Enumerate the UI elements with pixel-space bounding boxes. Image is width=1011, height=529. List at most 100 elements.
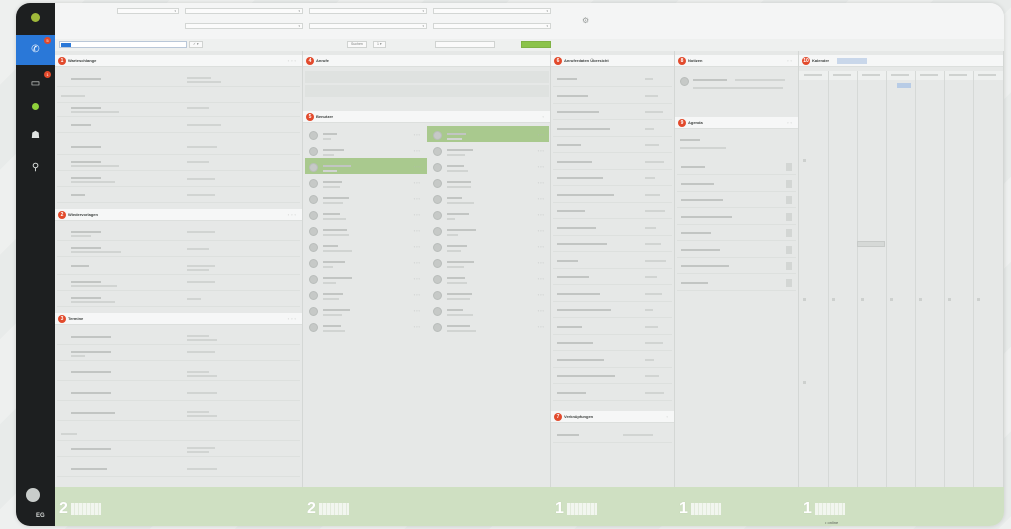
- overview-row[interactable]: [553, 304, 672, 318]
- filter-select-5[interactable]: [185, 23, 303, 29]
- user-actions[interactable]: ▫▫▫: [414, 292, 421, 297]
- overview-row[interactable]: [553, 156, 672, 170]
- agenda-row[interactable]: [677, 277, 796, 291]
- user-actions[interactable]: ▫▫▫: [414, 196, 421, 201]
- overview-row[interactable]: [553, 106, 672, 120]
- list-item[interactable]: [57, 141, 300, 155]
- rail-item-pin[interactable]: ⚲: [16, 153, 55, 183]
- user-row[interactable]: ▫▫▫: [431, 193, 549, 207]
- list-item[interactable]: [57, 387, 300, 401]
- overview-row[interactable]: [553, 337, 672, 351]
- overview-row[interactable]: [553, 238, 672, 252]
- agenda-row[interactable]: [677, 260, 796, 274]
- user-actions[interactable]: ▫▫▫: [538, 180, 545, 185]
- overview-row[interactable]: [553, 321, 672, 335]
- overview-row[interactable]: [553, 205, 672, 219]
- user-actions[interactable]: ▫▫▫: [538, 324, 545, 329]
- user-row[interactable]: ▫▫▫: [431, 209, 549, 223]
- user-actions[interactable]: ▫▫▫: [538, 292, 545, 297]
- overview-row[interactable]: [553, 172, 672, 186]
- overview-row[interactable]: [553, 189, 672, 203]
- panel-controls[interactable]: ▫: [543, 114, 546, 119]
- user-row[interactable]: ▫▫▫: [431, 273, 549, 287]
- list-item[interactable]: [57, 89, 300, 103]
- user-row[interactable]: ▫▫▫: [307, 145, 425, 159]
- list-item[interactable]: [57, 157, 300, 171]
- user-actions[interactable]: ▫▫▫: [414, 228, 421, 233]
- user-row[interactable]: ▫▫▫: [307, 225, 425, 239]
- overview-row[interactable]: [553, 370, 672, 384]
- user-actions[interactable]: ▫▫▫: [414, 164, 421, 169]
- search-button[interactable]: Suchen: [347, 41, 367, 48]
- user-row[interactable]: ▫▫▫: [431, 145, 549, 159]
- overview-row[interactable]: [553, 73, 672, 87]
- user-row[interactable]: ▫▫▫: [431, 129, 549, 143]
- list-item[interactable]: [57, 227, 300, 241]
- user-row[interactable]: ▫▫▫: [307, 241, 425, 255]
- user-actions[interactable]: ▫▫▫: [414, 244, 421, 249]
- page-stepper[interactable]: 1 ▾: [373, 41, 386, 48]
- agenda-row[interactable]: [677, 194, 796, 208]
- user-row[interactable]: ▫▫▫: [431, 257, 549, 271]
- user-row[interactable]: ▫▫▫: [431, 241, 549, 255]
- user-row[interactable]: ▫▫▫: [307, 193, 425, 207]
- agenda-row[interactable]: [677, 178, 796, 192]
- list-item[interactable]: [57, 277, 300, 291]
- panel-controls[interactable]: ▫: [667, 414, 670, 419]
- panel-controls[interactable]: ▫▫▫: [288, 58, 298, 63]
- overview-row[interactable]: [553, 123, 672, 137]
- filter-select-2[interactable]: [185, 8, 303, 14]
- filter-select-7[interactable]: [433, 23, 551, 29]
- user-actions[interactable]: ▫▫▫: [538, 276, 545, 281]
- list-item[interactable]: [57, 173, 300, 187]
- list-item[interactable]: [57, 261, 300, 275]
- list-item[interactable]: [57, 73, 300, 87]
- list-item[interactable]: [57, 443, 300, 457]
- overview-row[interactable]: [553, 354, 672, 368]
- user-actions[interactable]: ▫▫▫: [414, 132, 421, 137]
- user-actions[interactable]: ▫▫▫: [414, 260, 421, 265]
- user-actions[interactable]: ▫▫▫: [414, 212, 421, 217]
- user-row[interactable]: ▫▫▫: [307, 289, 425, 303]
- list-item[interactable]: [57, 463, 300, 477]
- agenda-row[interactable]: [677, 244, 796, 258]
- list-item[interactable]: [57, 119, 300, 133]
- rail-item-people[interactable]: ☗: [16, 121, 55, 151]
- user-actions[interactable]: ▫▫▫: [538, 308, 545, 313]
- calendar-event[interactable]: [897, 83, 911, 88]
- list-item[interactable]: [57, 331, 300, 345]
- user-actions[interactable]: ▫▫▫: [538, 244, 545, 249]
- user-menu[interactable]: [16, 3, 55, 31]
- user-row[interactable]: ▫▫▫: [307, 305, 425, 319]
- user-actions[interactable]: ▫▫▫: [414, 276, 421, 281]
- user-actions[interactable]: ▫▫▫: [414, 180, 421, 185]
- list-item[interactable]: [57, 189, 300, 203]
- list-item[interactable]: [553, 429, 672, 443]
- overview-row[interactable]: [553, 288, 672, 302]
- user-row[interactable]: ▫▫▫: [307, 129, 425, 143]
- overview-row[interactable]: [553, 255, 672, 269]
- overview-row[interactable]: [553, 387, 672, 401]
- rail-item-phone[interactable]: ✆ 5: [16, 35, 55, 65]
- user-row[interactable]: ▫▫▫: [431, 225, 549, 239]
- user-row[interactable]: ▫▫▫: [307, 321, 425, 335]
- overview-row[interactable]: [553, 222, 672, 236]
- list-item[interactable]: [57, 367, 300, 381]
- overview-row[interactable]: [553, 90, 672, 104]
- user-actions[interactable]: ▫▫▫: [538, 132, 545, 137]
- filter-select-6[interactable]: [309, 23, 427, 29]
- user-actions[interactable]: ▫▫▫: [538, 196, 545, 201]
- user-row[interactable]: ▫▫▫: [307, 209, 425, 223]
- user-row[interactable]: ▫▫▫: [431, 177, 549, 191]
- list-item[interactable]: [57, 293, 300, 307]
- user-actions[interactable]: ▫▫▫: [538, 148, 545, 153]
- call-row[interactable]: [305, 85, 549, 97]
- user-actions[interactable]: ▫▫▫: [538, 164, 545, 169]
- user-row[interactable]: ▫▫▫: [307, 257, 425, 271]
- filter-select-3[interactable]: [309, 8, 427, 14]
- user-row[interactable]: ▫▫▫: [307, 177, 425, 191]
- overview-row[interactable]: [553, 139, 672, 153]
- panel-controls[interactable]: ▫▫: [787, 120, 794, 125]
- agenda-row[interactable]: [677, 161, 796, 175]
- calendar-event[interactable]: [857, 241, 885, 247]
